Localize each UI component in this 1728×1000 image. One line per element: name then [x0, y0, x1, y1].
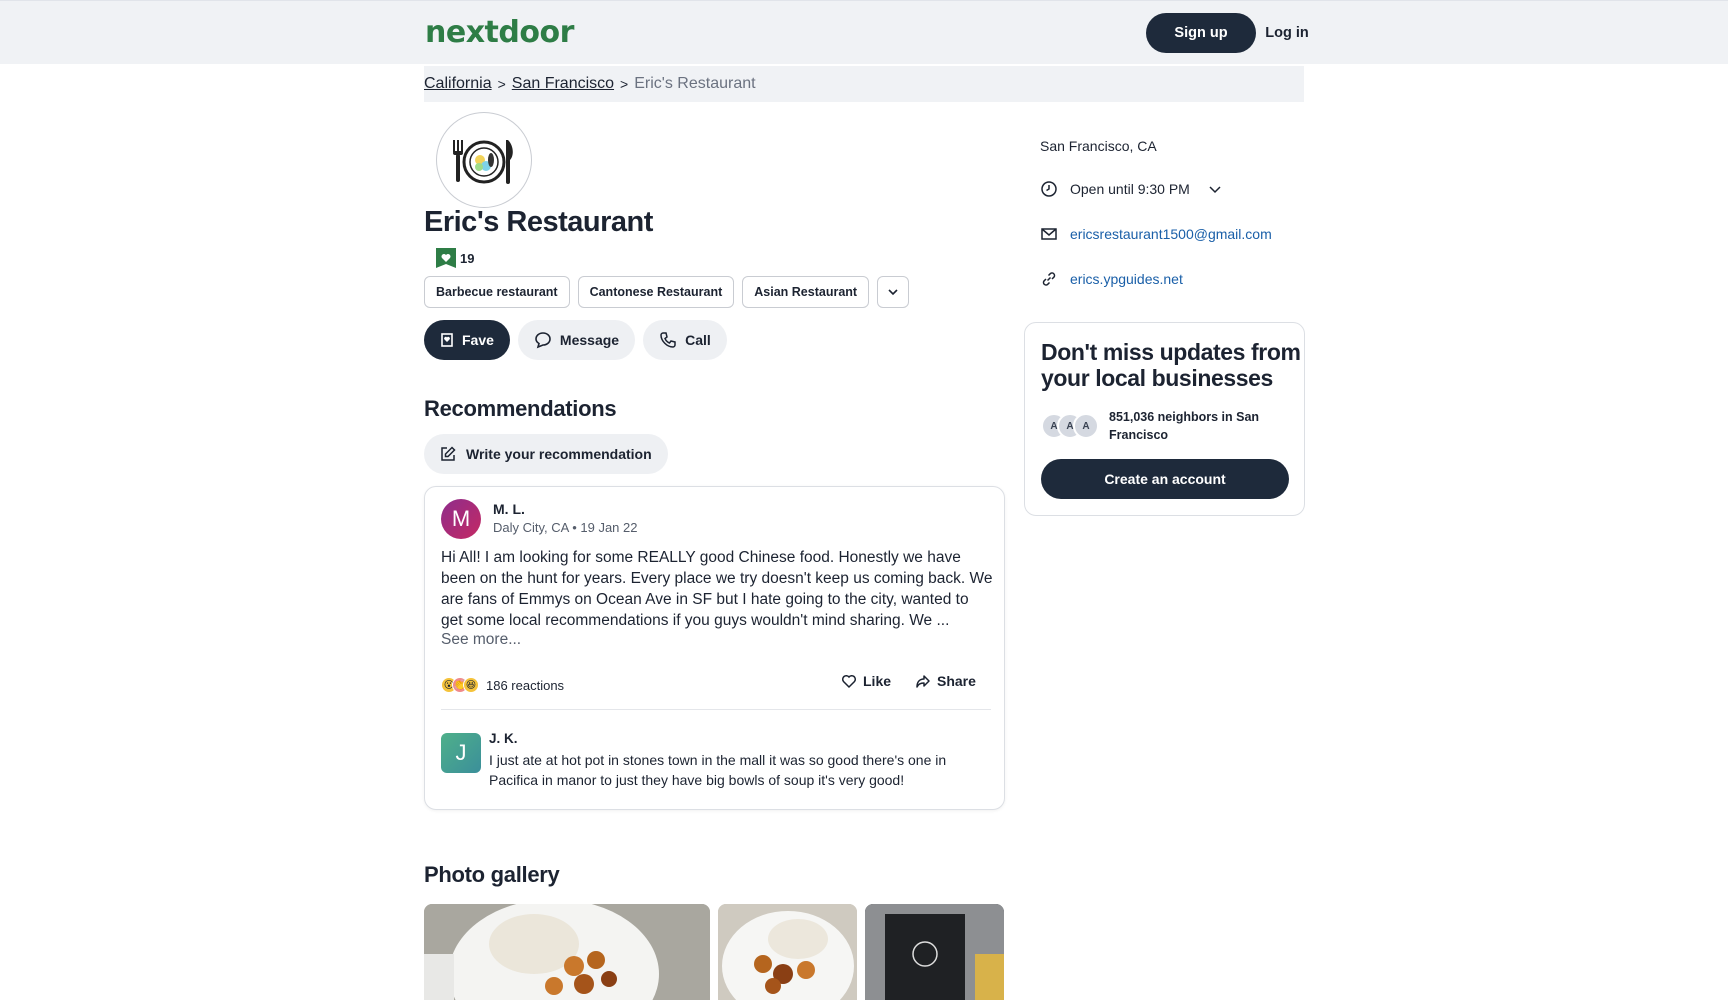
cta-title: Don't miss updates from your local busin… — [1041, 339, 1301, 391]
gallery-photo[interactable] — [424, 904, 710, 1000]
fave-count-value: 19 — [460, 250, 475, 266]
post-meta: Daly City, CA • 19 Jan 22 — [493, 520, 638, 535]
chat-bubble-icon — [535, 332, 551, 349]
recommendation-card: M M. L. Daly City, CA • 19 Jan 22 Hi All… — [424, 486, 1005, 810]
category-tag[interactable]: Cantonese Restaurant — [577, 276, 735, 308]
bookmark-heart-icon — [441, 333, 453, 347]
breadcrumb-city-link[interactable]: San Francisco — [512, 75, 614, 93]
business-name: Eric's Restaurant — [424, 206, 653, 238]
breadcrumb-separator-icon: > — [497, 76, 506, 92]
clock-icon — [1041, 181, 1057, 197]
avatar[interactable]: J — [441, 733, 481, 773]
more-tags-button[interactable] — [877, 276, 910, 308]
like-label: Like — [863, 673, 892, 689]
recommendations-heading: Recommendations — [424, 396, 617, 421]
heart-icon — [841, 674, 857, 689]
mail-icon — [1041, 228, 1057, 240]
fave-button-label: Fave — [462, 332, 494, 348]
category-tag[interactable]: Barbecue restaurant — [424, 276, 570, 308]
website-link[interactable]: erics.ypguides.net — [1070, 271, 1183, 287]
chevron-down-icon[interactable] — [1208, 182, 1222, 196]
edit-pencil-icon — [441, 446, 456, 461]
phone-icon — [660, 332, 676, 348]
category-tag[interactable]: Asian Restaurant — [742, 276, 870, 308]
breadcrumb-separator-icon: > — [620, 76, 629, 92]
call-button[interactable]: Call — [643, 320, 727, 360]
create-account-button[interactable]: Create an account — [1041, 459, 1289, 499]
reactions-summary[interactable]: 😮 👏 😆 186 reactions — [441, 677, 564, 693]
fave-heart-icon — [436, 248, 456, 268]
sign-up-button[interactable]: Sign up — [1146, 13, 1256, 53]
gallery-photo[interactable] — [865, 904, 1004, 1000]
share-button[interactable]: Share — [915, 673, 976, 689]
chevron-down-icon — [888, 289, 898, 296]
reply-text: I just ate at hot pot in stones town in … — [489, 752, 947, 788]
post-author[interactable]: M. L. — [493, 501, 525, 517]
divider — [441, 709, 991, 710]
reply-author[interactable]: J. K. — [489, 731, 518, 746]
reaction-emojis: 😮 👏 😆 — [441, 677, 479, 693]
business-website: erics.ypguides.net — [1040, 270, 1183, 288]
business-email: ericsrestaurant1500@gmail.com — [1040, 225, 1272, 243]
avatar[interactable]: M — [441, 499, 481, 539]
email-link[interactable]: ericsrestaurant1500@gmail.com — [1070, 226, 1272, 242]
fave-button[interactable]: Fave — [424, 320, 510, 360]
like-button[interactable]: Like — [841, 673, 891, 689]
breadcrumb-state-link[interactable]: California — [424, 75, 492, 93]
nextdoor-logo[interactable]: nextdoor — [425, 15, 574, 50]
business-location: San Francisco, CA — [1040, 138, 1157, 154]
avatar: A — [1073, 413, 1099, 439]
message-button[interactable]: Message — [517, 320, 636, 360]
photo-gallery — [424, 904, 1004, 1000]
business-actions: Fave Message Call — [424, 320, 727, 360]
see-more-link[interactable]: See more... — [441, 631, 521, 649]
breadcrumb-current: Eric's Restaurant — [634, 75, 756, 92]
neighbors-count: 851,036 neighbors in San Francisco — [1109, 410, 1260, 442]
business-hours[interactable]: Open until 9:30 PM — [1040, 180, 1222, 198]
post-text: Hi All! I am looking for some REALLY goo… — [441, 549, 993, 629]
call-button-label: Call — [685, 332, 711, 348]
fave-count: 19 — [436, 248, 474, 268]
top-navigation-bar: nextdoor Sign up Log in — [0, 0, 1728, 64]
share-label: Share — [937, 673, 976, 689]
share-arrow-icon — [916, 675, 930, 688]
neighbor-avatars: A A A — [1041, 413, 1099, 439]
gallery-photo[interactable] — [718, 904, 857, 1000]
plate-utensils-icon — [453, 140, 513, 184]
photo-gallery-heading: Photo gallery — [424, 862, 560, 887]
log-in-button[interactable]: Log in — [1242, 13, 1332, 53]
link-icon — [1042, 272, 1056, 286]
write-recommendation-label: Write your recommendation — [466, 446, 652, 462]
laughing-emoji-icon: 😆 — [463, 677, 479, 693]
category-tags: Barbecue restaurant Cantonese Restaurant… — [424, 276, 910, 308]
write-recommendation-button[interactable]: Write your recommendation — [424, 434, 668, 474]
hours-text: Open until 9:30 PM — [1070, 181, 1190, 197]
reactions-count: 186 reactions — [486, 677, 565, 693]
breadcrumb: California > San Francisco > Eric's Rest… — [424, 66, 1304, 102]
signup-cta-card: Don't miss updates from your local busin… — [1024, 322, 1305, 516]
business-avatar — [436, 112, 532, 208]
message-button-label: Message — [559, 332, 620, 348]
